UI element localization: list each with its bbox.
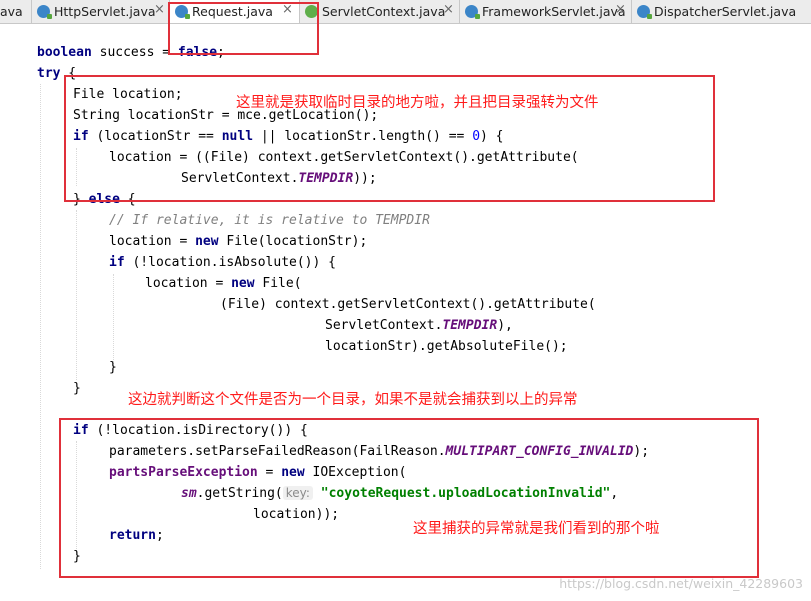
code-token: } [73, 381, 81, 396]
code-token: try [37, 66, 61, 81]
annotation-box-tab [168, 2, 319, 55]
tab-label: DispatcherServlet.java [654, 4, 797, 19]
annotation-note-isdirectory: 这边就判断这个文件是否为一个目录，如果不是就会捕获到以上的异常 [128, 392, 578, 408]
editor-gutter [0, 24, 30, 601]
code-token: boolean [37, 45, 92, 60]
code-line: location = new File(locationStr); [109, 231, 367, 252]
code-line: ServletContext.TEMPDIR), [325, 315, 513, 336]
tab-label: ServletContext.java [322, 4, 446, 19]
editor-tab-bar: ava HttpServlet.java × Request.java × Se… [0, 0, 811, 24]
tab-httpservlet[interactable]: HttpServlet.java × [32, 0, 170, 23]
code-token: locationStr).getAbsoluteFile(); [325, 339, 568, 354]
code-token: ServletContext. [325, 318, 443, 333]
code-token: success = [91, 45, 178, 60]
annotation-note-tempdir: 这里就是获取临时目录的地方啦，并且把目录强转为文件 [236, 95, 599, 111]
code-token: ), [497, 318, 513, 333]
tab-label: ava [0, 4, 23, 19]
code-token: new [231, 276, 255, 291]
tab-dispatcherservlet[interactable]: DispatcherServlet.java [632, 0, 811, 23]
class-icon [37, 5, 52, 19]
tab-servletcontext[interactable]: ServletContext.java × [300, 0, 460, 23]
code-token: if [109, 255, 125, 270]
tab-label: FrameworkServlet.java [482, 4, 626, 19]
annotation-box-isdirectory [59, 418, 759, 578]
code-token: (!location.isAbsolute()) { [124, 255, 336, 270]
close-icon[interactable]: × [154, 2, 165, 17]
class-icon [465, 5, 480, 19]
code-line: } [109, 357, 117, 378]
code-line: (File) context.getServletContext().getAt… [220, 294, 596, 315]
tab-partial[interactable]: ava [0, 0, 32, 23]
indent-guide [40, 84, 41, 569]
annotation-note-exception: 这里捕获的异常就是我们看到的那个啦 [413, 521, 660, 537]
code-comment: // If relative, it is relative to TEMPDI… [109, 213, 430, 228]
code-line: location = new File( [145, 273, 302, 294]
code-line: // If relative, it is relative to TEMPDI… [109, 210, 430, 231]
tab-label: HttpServlet.java [54, 4, 156, 19]
watermark: https://blog.csdn.net/weixin_42289603 [559, 576, 803, 591]
code-line: } [73, 378, 81, 399]
code-token: new [195, 234, 219, 249]
class-icon [637, 5, 652, 19]
close-icon[interactable]: × [443, 2, 454, 17]
code-line: locationStr).getAbsoluteFile(); [325, 336, 568, 357]
indent-guide [113, 274, 114, 370]
code-token: File(locationStr); [218, 234, 368, 249]
code-token: TEMPDIR [442, 318, 498, 333]
code-token: location = [109, 234, 196, 249]
close-icon[interactable]: × [615, 2, 626, 17]
tab-frameworkservlet[interactable]: FrameworkServlet.java × [460, 0, 632, 23]
code-token: (File) context.getServletContext().getAt… [220, 297, 596, 312]
code-token: File( [254, 276, 302, 291]
code-line: if (!location.isAbsolute()) { [109, 252, 336, 273]
indent-guide [76, 210, 77, 380]
code-token: } [109, 360, 117, 375]
code-token: location = [145, 276, 232, 291]
